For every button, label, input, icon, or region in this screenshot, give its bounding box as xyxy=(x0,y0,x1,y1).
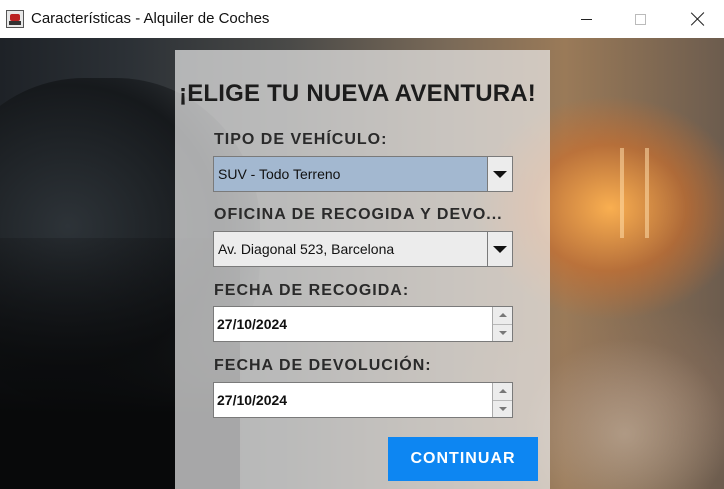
return-date-label: FECHA DE DEVOLUCIÓN: xyxy=(214,357,432,374)
form-panel xyxy=(175,50,550,489)
return-date-increment-button[interactable] xyxy=(493,383,512,401)
street-lamp xyxy=(645,148,649,238)
vehicle-type-dropdown-arrow[interactable] xyxy=(487,157,512,191)
chevron-down-icon xyxy=(493,245,507,253)
pickup-office-label: OFICINA DE RECOGIDA Y DEVO... xyxy=(214,206,503,223)
maximize-icon xyxy=(634,13,646,25)
arrow-up-icon xyxy=(498,313,507,318)
chevron-down-icon xyxy=(493,170,507,178)
pickup-date-field[interactable]: 27/10/2024 xyxy=(214,307,493,341)
minimize-button[interactable] xyxy=(563,0,609,38)
return-date-decrement-button[interactable] xyxy=(493,401,512,418)
continue-button[interactable]: CONTINUAR xyxy=(388,437,538,481)
return-date-spinner[interactable]: 27/10/2024 xyxy=(213,382,513,418)
pickup-date-spin-buttons xyxy=(493,307,512,341)
vehicle-type-label: TIPO DE VEHÍCULO: xyxy=(214,131,388,148)
close-button[interactable] xyxy=(675,0,721,38)
maximize-button[interactable] xyxy=(617,0,663,38)
pickup-date-spinner[interactable]: 27/10/2024 xyxy=(213,306,513,342)
pickup-date-label: FECHA DE RECOGIDA: xyxy=(214,282,410,299)
arrow-up-icon xyxy=(498,389,507,394)
return-date-field[interactable]: 27/10/2024 xyxy=(214,383,493,417)
pickup-office-dropdown[interactable]: Av. Diagonal 523, Barcelona xyxy=(213,231,513,267)
pickup-date-decrement-button[interactable] xyxy=(493,325,512,342)
page-heading: ¡ELIGE TU NUEVA AVENTURA! xyxy=(179,80,536,107)
vehicle-type-value: SUV - Todo Terreno xyxy=(218,166,341,182)
car-app-icon xyxy=(6,10,24,28)
title-bar: Características - Alquiler de Coches xyxy=(0,0,724,38)
window-title: Características - Alquiler de Coches xyxy=(31,10,270,27)
pickup-office-value: Av. Diagonal 523, Barcelona xyxy=(218,241,395,257)
road-glow xyxy=(520,338,724,489)
arrow-down-icon xyxy=(498,330,507,335)
close-icon xyxy=(691,12,705,26)
pickup-office-dropdown-arrow[interactable] xyxy=(487,232,512,266)
minimize-icon xyxy=(580,18,592,20)
arrow-down-icon xyxy=(498,406,507,411)
pickup-date-increment-button[interactable] xyxy=(493,307,512,325)
street-lamp xyxy=(620,148,624,238)
return-date-spin-buttons xyxy=(493,383,512,417)
vehicle-type-dropdown[interactable]: SUV - Todo Terreno xyxy=(213,156,513,192)
